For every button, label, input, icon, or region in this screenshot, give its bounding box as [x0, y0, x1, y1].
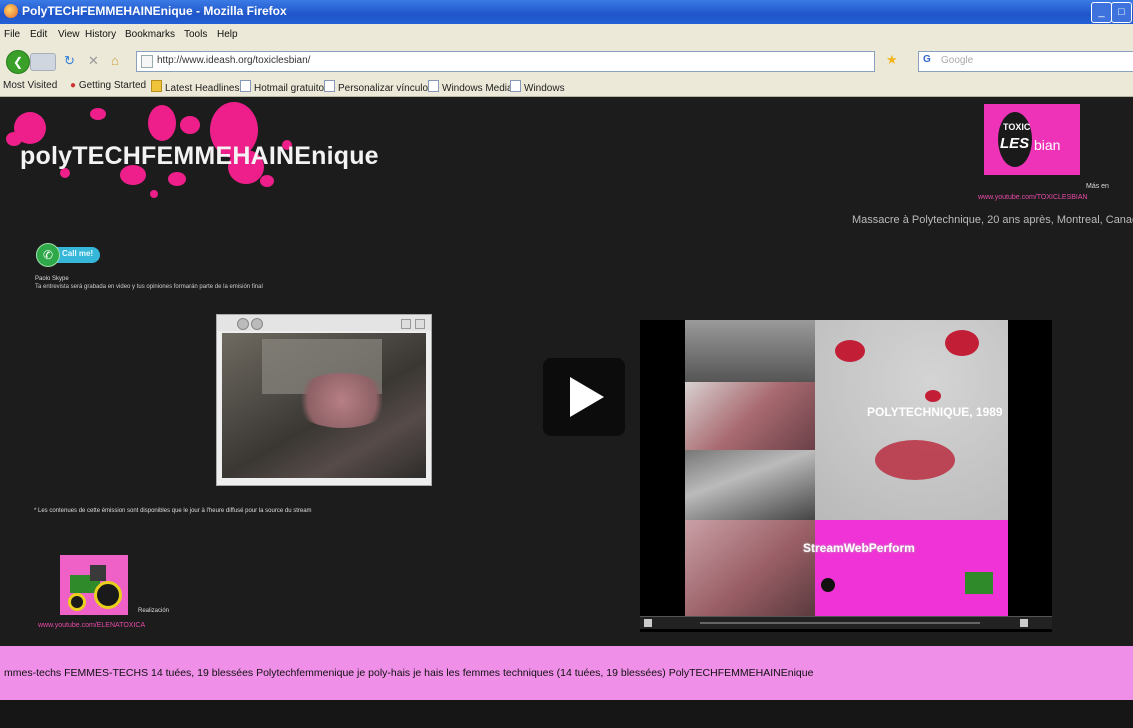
fullscreen-icon[interactable]	[1020, 619, 1028, 627]
youtube-link-2[interactable]: www.youtube.com/ELENATOXICA	[38, 622, 145, 629]
reload-icon[interactable]: ↻	[64, 53, 75, 69]
call-me-label: Call me!	[62, 249, 94, 258]
collage-woman	[685, 450, 815, 520]
logo-line1: TOXIC	[1003, 122, 1031, 132]
search-input[interactable]: G Google	[918, 51, 1133, 72]
interview-note: Ta entrevista será grabada en video y tu…	[35, 284, 263, 290]
window-button-icon[interactable]	[401, 319, 411, 329]
embedded-video[interactable]	[640, 320, 1052, 632]
bookmark-getting-started[interactable]: ● Getting Started	[70, 80, 146, 91]
google-icon: G	[923, 54, 931, 65]
collage-blood-snow	[815, 320, 1008, 520]
menu-view[interactable]: View	[58, 29, 80, 40]
bookmarks-toolbar: Most Visited ● Getting Started Latest He…	[0, 76, 1133, 97]
menu-help[interactable]: Help	[217, 29, 238, 40]
menu-history[interactable]: History	[85, 29, 116, 40]
paint-splatter	[180, 116, 200, 134]
bookmark-most-visited[interactable]: Most Visited	[3, 80, 57, 91]
menu-edit[interactable]: Edit	[30, 29, 47, 40]
collage-victim	[685, 520, 815, 616]
menu-file[interactable]: File	[4, 29, 20, 40]
phone-icon: ✆	[36, 243, 60, 267]
bookmark-star-icon[interactable]: ★	[886, 52, 898, 68]
minimize-icon[interactable]: _	[1091, 2, 1112, 23]
play-icon	[570, 377, 604, 417]
navigation-toolbar: ❮ ↻ ✕ ⌂ http://www.ideash.org/toxiclesbi…	[0, 46, 1133, 76]
collage-bodies	[685, 382, 815, 450]
youtube-link[interactable]: www.youtube.com/TOXICLESBIAN	[978, 194, 1088, 201]
maximize-icon[interactable]: □	[1111, 2, 1132, 23]
blood-splatter	[945, 330, 979, 356]
menu-bar: File Edit View History Bookmarks Tools H…	[0, 24, 1133, 46]
marquee-ticker: mmes-techs FEMMES-TECHS 14 tuées, 19 ble…	[0, 646, 1133, 700]
window-button-icon[interactable]	[251, 318, 263, 330]
window-button-icon[interactable]	[237, 318, 249, 330]
tractor-image[interactable]	[60, 555, 128, 615]
bookmark-latest-headlines[interactable]: Latest Headlines	[151, 80, 240, 94]
site-title: polyTECHFEMMEHAINEnique	[20, 142, 379, 170]
back-button[interactable]: ❮	[6, 50, 30, 74]
stream-note: * Les contenues de cette émission sont d…	[34, 508, 312, 514]
firefox-icon	[4, 4, 18, 18]
panel-tractor	[965, 572, 993, 594]
menu-bookmarks[interactable]: Bookmarks	[125, 29, 175, 40]
panel-logo-circle	[821, 578, 835, 592]
video-seekbar[interactable]	[640, 616, 1052, 629]
window-title: PolyTECHFEMMEHAINEnique - Mozilla Firefo…	[22, 4, 287, 18]
massacre-headline: Massacre à Polytechnique, 20 ans après, …	[852, 214, 1133, 226]
paint-splatter	[148, 105, 176, 141]
call-me-button[interactable]: ✆ Call me!	[36, 243, 100, 267]
video-frame	[222, 333, 426, 478]
powered-by-text: Paolo Skype	[35, 276, 69, 282]
blood-splatter	[835, 340, 865, 362]
search-placeholder: Google	[941, 55, 974, 66]
video-window-titlebar	[217, 315, 431, 331]
page-icon	[141, 55, 153, 68]
bookmark-hotmail[interactable]: Hotmail gratuito	[240, 80, 324, 94]
play-small-icon[interactable]	[644, 619, 652, 627]
blood-splatter	[925, 390, 941, 402]
bookmark-windows-media[interactable]: Windows Media	[428, 80, 513, 94]
video-window[interactable]	[216, 314, 432, 486]
bookmark-windows[interactable]: Windows	[510, 80, 565, 94]
toxic-lesbian-logo[interactable]: TOXIC LES bian	[984, 104, 1080, 175]
window-titlebar: PolyTECHFEMMEHAINEnique - Mozilla Firefo…	[0, 0, 1133, 24]
video-frame-hands	[292, 373, 392, 428]
paint-splatter	[168, 172, 186, 186]
page-footer	[0, 700, 1133, 728]
mas-en-label: Más en	[1086, 183, 1109, 190]
tractor-wheel	[68, 593, 86, 611]
paint-splatter	[260, 175, 274, 187]
collage-crowd	[685, 320, 815, 382]
bookmark-personalizar[interactable]: Personalizar vínculos	[324, 80, 433, 94]
blood-splatter	[875, 440, 955, 480]
home-icon[interactable]: ⌂	[111, 53, 119, 68]
video-collage	[685, 320, 1008, 616]
video-caption: POLYTECHNIQUE, 1989	[867, 405, 1003, 419]
play-button[interactable]	[543, 358, 625, 436]
url-text: http://www.ideash.org/toxiclesbian/	[157, 55, 311, 66]
stop-icon[interactable]: ✕	[88, 53, 99, 69]
forward-button[interactable]	[30, 53, 56, 71]
paint-splatter	[90, 108, 106, 120]
paint-splatter	[150, 190, 158, 198]
logo-line3: bian	[1034, 137, 1061, 153]
progress-track[interactable]	[700, 622, 980, 624]
window-close-icon[interactable]	[415, 319, 425, 329]
url-bar[interactable]: http://www.ideash.org/toxiclesbian/	[136, 51, 875, 72]
realizacion-label: Realización	[138, 608, 170, 614]
logo-line2: LES	[1000, 135, 1030, 152]
video-brand: StreamWebPerform	[803, 541, 915, 555]
menu-tools[interactable]: Tools	[184, 29, 207, 40]
tractor-cab	[90, 565, 106, 581]
ticker-text: mmes-techs FEMMES-TECHS 14 tuées, 19 ble…	[4, 667, 814, 679]
tractor-wheel	[94, 581, 122, 609]
collage-pink-panel	[815, 520, 1008, 616]
